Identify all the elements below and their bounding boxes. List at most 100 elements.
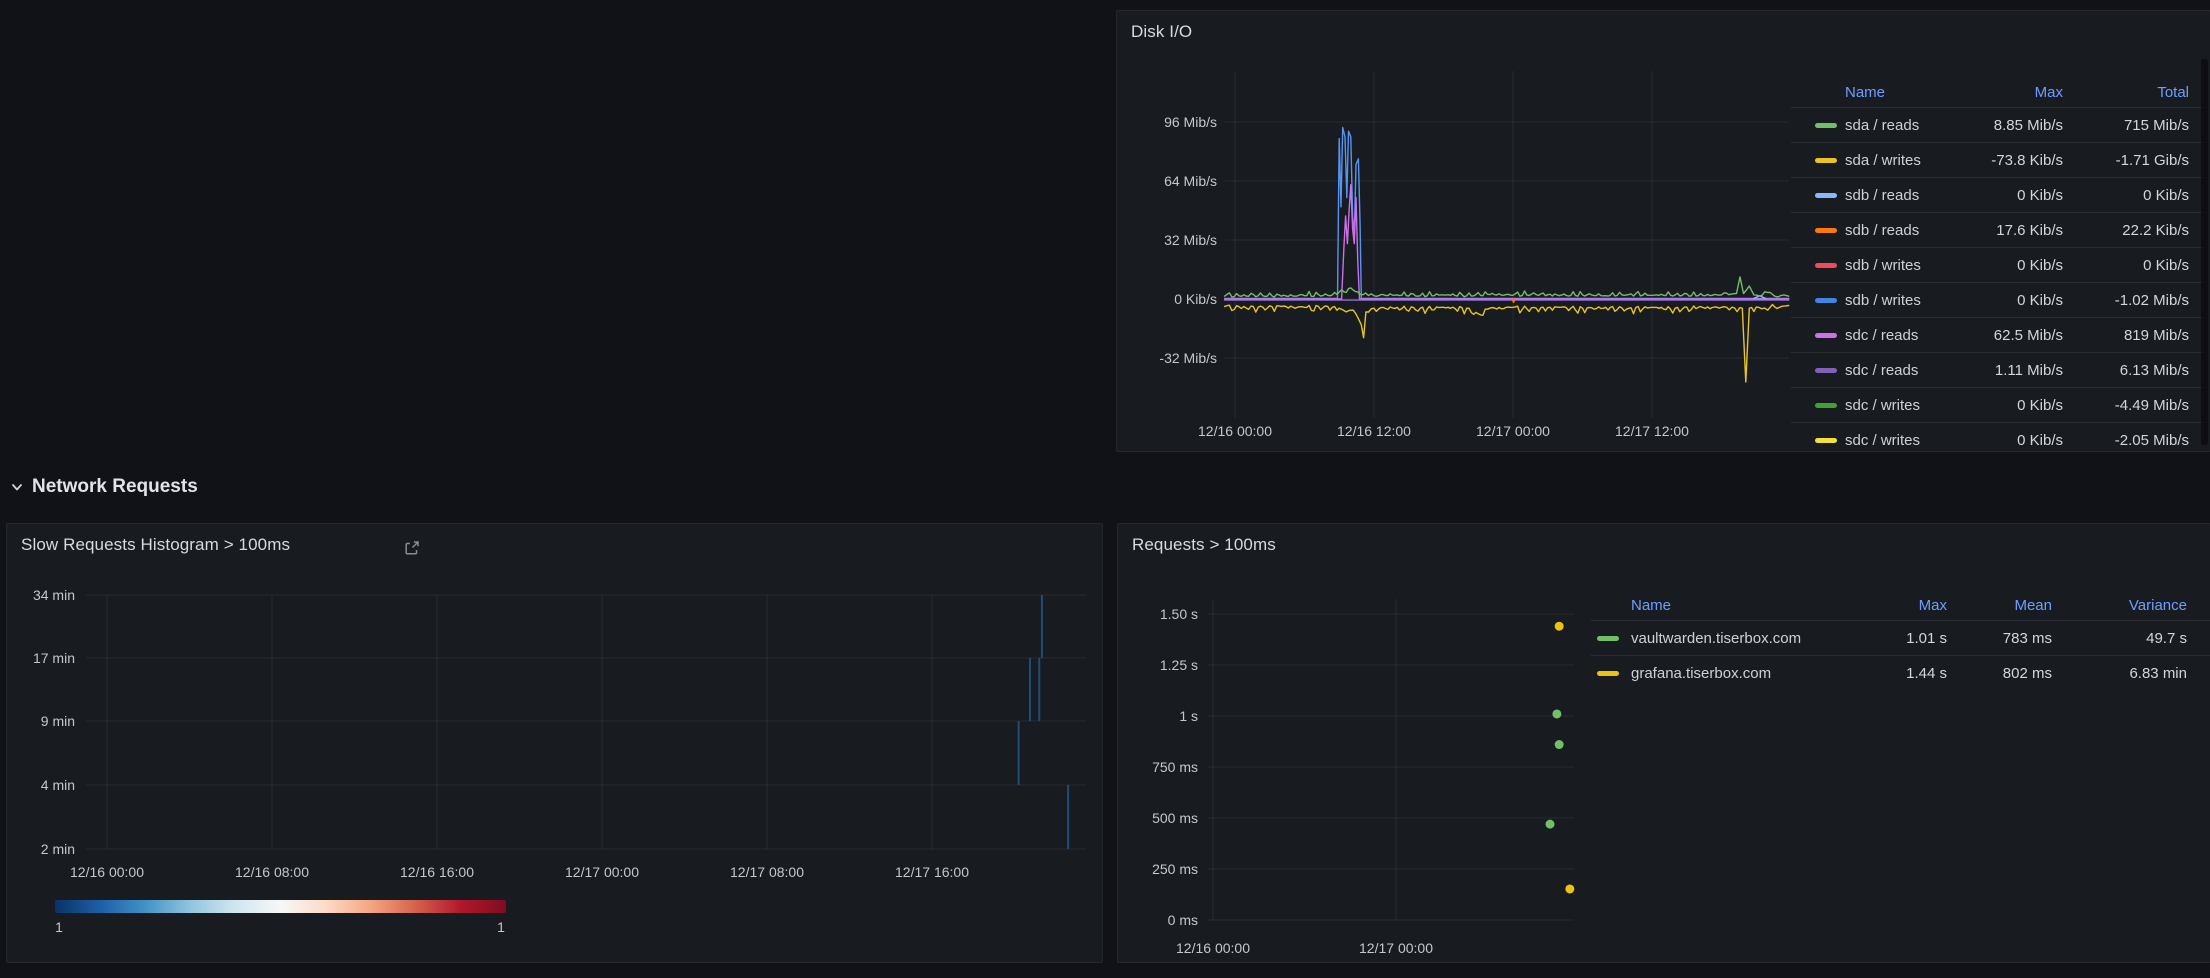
series-color-swatch <box>1815 123 1837 128</box>
req-y-tick: 1 s <box>1179 708 1198 724</box>
series-color-swatch <box>1815 263 1837 268</box>
panel-slow-requests-histogram: Slow Requests Histogram > 100ms 34 min17… <box>6 523 1103 963</box>
legend-cell-name: sda / reads <box>1845 117 1953 134</box>
legend-header-name[interactable]: Name <box>1631 597 1827 614</box>
legend-cell-max: 17.6 Kib/s <box>1953 222 2063 239</box>
legend-row[interactable]: sda / reads8.85 Mib/s715 Mib/s <box>1791 107 2205 142</box>
panel-title-disk-io[interactable]: Disk I/O <box>1131 22 1192 42</box>
legend-row[interactable]: sdb / writes0 Kib/s-1.02 Mib/s <box>1791 282 2205 317</box>
series-color-swatch <box>1815 228 1837 233</box>
series-color-swatch <box>1815 333 1837 338</box>
hist-x-tick: 12/17 08:00 <box>730 864 804 880</box>
panel-title-slow-requests-histogram[interactable]: Slow Requests Histogram > 100ms <box>21 535 290 555</box>
legend-cell-name: sdc / writes <box>1845 397 1953 414</box>
disk-x-tick: 12/16 00:00 <box>1198 423 1272 439</box>
disk-y-tick: 32 Mib/s <box>1164 232 1217 248</box>
grafana-dashboard: Disk I/O 96 Mib/s 64 Mib/s 32 Mib/s 0 Kib/s… <box>0 0 2210 978</box>
legend-cell-max: 1.11 Mib/s <box>1953 362 2063 379</box>
heatmap-color-scale <box>55 900 506 913</box>
legend-cell-total: 22.2 Kib/s <box>2063 222 2189 239</box>
req-y-tick: 500 ms <box>1152 810 1198 826</box>
hist-x-tick: 12/16 00:00 <box>70 864 144 880</box>
req-y-tick: 250 ms <box>1152 861 1198 877</box>
legend-header-name[interactable]: Name <box>1845 84 1953 101</box>
legend-header-row: NameMaxMeanVariance <box>1591 590 2210 620</box>
slow-requests-heatmap-chart <box>7 524 1102 962</box>
legend-header-max[interactable]: Max <box>1827 597 1947 614</box>
disk-legend-scrollbar[interactable] <box>2201 59 2208 445</box>
legend-row[interactable]: sdc / reads62.5 Mib/s819 Mib/s <box>1791 317 2205 352</box>
legend-cell-max: 0 Kib/s <box>1953 432 2063 449</box>
series-color-swatch <box>1597 636 1619 641</box>
disk-io-legend-table: NameMaxTotal sda / reads8.85 Mib/s715 Mib… <box>1791 71 2205 457</box>
legend-row[interactable]: sda / writes-73.8 Kib/s-1.71 Gib/s <box>1791 142 2205 177</box>
disk-y-tick: 0 Kib/s <box>1174 291 1217 307</box>
series-color-swatch <box>1815 403 1837 408</box>
legend-cell-name: sdc / reads <box>1845 327 1953 344</box>
legend-header-variance[interactable]: Variance <box>2052 597 2187 614</box>
color-scale-min-label: 1 <box>55 919 63 935</box>
legend-cell-total: -1.71 Gib/s <box>2063 152 2189 169</box>
legend-cell-name: sda / writes <box>1845 152 1953 169</box>
panel-disk-io: Disk I/O 96 Mib/s 64 Mib/s 32 Mib/s 0 Kib/s… <box>1116 10 2210 452</box>
series-color-swatch <box>1597 671 1619 676</box>
legend-row[interactable]: sdb / reads17.6 Kib/s22.2 Kib/s <box>1791 212 2205 247</box>
legend-header-mean[interactable]: Mean <box>1947 597 2052 614</box>
legend-cell-max: 1.44 s <box>1827 665 1947 682</box>
legend-row[interactable]: grafana.tiserbox.com1.44 s802 ms6.83 min <box>1591 655 2210 690</box>
legend-cell-total: -4.49 Mib/s <box>2063 397 2189 414</box>
requests-legend-table: NameMaxMeanVariancevaultwarden.tiserbox.… <box>1591 584 2210 790</box>
legend-cell-name: sdc / writes <box>1845 432 1953 449</box>
series-color-swatch <box>1815 158 1837 163</box>
hist-x-tick: 12/17 16:00 <box>895 864 969 880</box>
legend-cell-mean: 783 ms <box>1947 630 2052 647</box>
series-color-swatch <box>1815 438 1837 443</box>
legend-header-max[interactable]: Max <box>1953 84 2063 101</box>
legend-cell-total: -2.05 Mib/s <box>2063 432 2189 449</box>
legend-cell-name: sdb / writes <box>1845 257 1953 274</box>
legend-cell-name: vaultwarden.tiserbox.com <box>1631 630 1827 647</box>
legend-row[interactable]: vaultwarden.tiserbox.com1.01 s783 ms49.7… <box>1591 620 2210 655</box>
req-y-tick: 0 ms <box>1168 912 1198 928</box>
legend-row[interactable]: sdc / reads1.11 Mib/s6.13 Mib/s <box>1791 352 2205 387</box>
disk-y-tick: 64 Mib/s <box>1164 173 1217 189</box>
legend-cell-max: 1.01 s <box>1827 630 1947 647</box>
hist-x-tick: 12/16 16:00 <box>400 864 474 880</box>
series-color-swatch <box>1815 368 1837 373</box>
legend-row[interactable]: sdc / writes0 Kib/s-4.49 Mib/s <box>1791 387 2205 422</box>
disk-x-tick: 12/16 12:00 <box>1337 423 1411 439</box>
legend-cell-name: sdb / reads <box>1845 187 1953 204</box>
external-link-icon[interactable] <box>403 539 421 557</box>
hist-y-tick: 34 min <box>33 587 75 603</box>
legend-cell-total: 6.13 Mib/s <box>2063 362 2189 379</box>
legend-row[interactable]: sdc / writes0 Kib/s-2.05 Mib/s <box>1791 422 2205 457</box>
legend-cell-total: 715 Mib/s <box>2063 117 2189 134</box>
panel-title-requests-gt-100ms[interactable]: Requests > 100ms <box>1132 535 1276 555</box>
legend-cell-total: 819 Mib/s <box>2063 327 2189 344</box>
legend-row[interactable]: sdb / reads0 Kib/s0 Kib/s <box>1791 177 2205 212</box>
legend-row[interactable]: sdb / writes0 Kib/s0 Kib/s <box>1791 247 2205 282</box>
legend-cell-total: 0 Kib/s <box>2063 257 2189 274</box>
legend-cell-max: 0 Kib/s <box>1953 397 2063 414</box>
hist-y-tick: 9 min <box>41 713 75 729</box>
legend-cell-name: sdc / reads <box>1845 362 1953 379</box>
series-color-swatch <box>1815 298 1837 303</box>
legend-cell-max: 0 Kib/s <box>1953 257 2063 274</box>
section-title: Network Requests <box>32 476 198 498</box>
legend-cell-variance: 6.83 min <box>2052 665 2187 682</box>
req-x-tick: 12/17 00:00 <box>1359 940 1433 956</box>
section-network-requests[interactable]: Network Requests <box>10 476 198 498</box>
legend-cell-name: sdb / reads <box>1845 222 1953 239</box>
disk-x-tick: 12/17 00:00 <box>1476 423 1550 439</box>
req-y-tick: 1.50 s <box>1160 606 1198 622</box>
legend-cell-name: sdb / writes <box>1845 292 1953 309</box>
hist-x-tick: 12/17 00:00 <box>565 864 639 880</box>
legend-cell-max: 0 Kib/s <box>1953 292 2063 309</box>
legend-cell-max: 62.5 Mib/s <box>1953 327 2063 344</box>
disk-y-tick: 96 Mib/s <box>1164 114 1217 130</box>
disk-y-tick: -32 Mib/s <box>1159 350 1217 366</box>
legend-header-total[interactable]: Total <box>2063 84 2189 101</box>
chevron-down-icon <box>10 480 24 494</box>
legend-cell-max: 0 Kib/s <box>1953 187 2063 204</box>
legend-cell-mean: 802 ms <box>1947 665 2052 682</box>
